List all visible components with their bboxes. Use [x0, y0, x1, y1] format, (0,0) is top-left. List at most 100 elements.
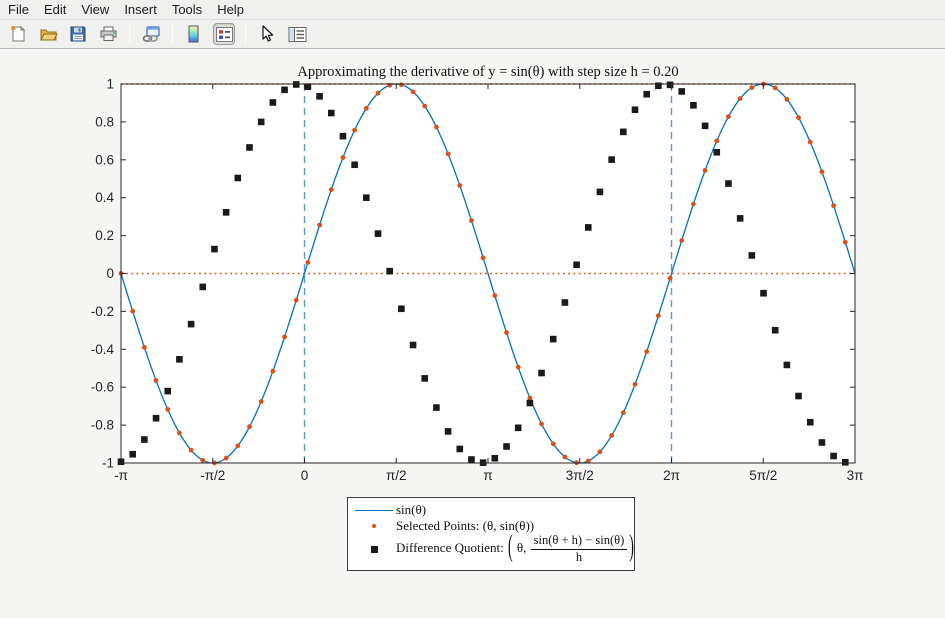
selected-point-marker — [177, 431, 182, 436]
difference-quotient-marker — [749, 252, 756, 259]
difference-quotient-marker — [316, 93, 323, 100]
open-paren: ( — [508, 532, 513, 567]
x-tick-label: 3π — [847, 468, 864, 483]
difference-quotient-marker — [363, 194, 370, 201]
selected-point-marker — [796, 115, 801, 120]
toolbar-separator — [129, 24, 130, 44]
difference-quotient-marker — [819, 439, 826, 446]
difference-quotient-marker — [129, 451, 136, 458]
selected-point-marker — [504, 330, 509, 335]
difference-quotient-marker — [386, 268, 393, 275]
save-floppy-icon — [69, 25, 87, 43]
difference-quotient-marker — [760, 290, 767, 297]
y-tick-label: 0.4 — [95, 190, 114, 205]
difference-quotient-marker — [702, 123, 709, 130]
print-figure-button[interactable] — [97, 23, 119, 45]
difference-quotient-marker — [433, 404, 440, 411]
toolbar-separator — [245, 24, 246, 44]
link-icon — [141, 25, 161, 44]
selected-point-marker — [633, 382, 638, 387]
selected-point-marker — [352, 128, 357, 133]
figure-canvas: -π-π/20π/2π3π/22π5π/23π-1-0.8-0.6-0.4-0.… — [0, 49, 945, 618]
difference-quotient-marker — [632, 106, 639, 113]
selected-point-marker — [189, 448, 194, 453]
difference-quotient-marker — [468, 456, 475, 463]
selected-point-marker — [364, 106, 369, 111]
open-plot-browser-button[interactable] — [286, 23, 308, 45]
selected-point-marker — [247, 424, 252, 429]
save-figure-button[interactable] — [67, 23, 89, 45]
menu-file[interactable]: File — [8, 2, 29, 17]
difference-quotient-marker — [503, 443, 510, 450]
x-tick-label: 5π/2 — [749, 468, 777, 483]
difference-quotient-marker — [164, 388, 171, 395]
selected-point-marker — [516, 365, 521, 370]
y-tick-label: -1 — [102, 456, 114, 471]
selected-point-marker — [294, 298, 299, 303]
legend-square-sample — [352, 546, 396, 553]
menu-insert[interactable]: Insert — [124, 2, 157, 17]
difference-quotient-marker — [223, 209, 230, 216]
x-tick-label: π/2 — [386, 468, 407, 483]
menubar: File Edit View Insert Tools Help — [0, 0, 945, 20]
selected-point-marker — [679, 238, 684, 243]
insert-colorbar-button[interactable] — [183, 23, 205, 45]
difference-quotient-marker — [620, 129, 627, 136]
edit-plot-button[interactable] — [256, 23, 278, 45]
difference-quotient-marker — [725, 180, 732, 187]
legend-label: Difference Quotient: ( θ, sin(θ + h) − s… — [396, 534, 635, 565]
difference-quotient-marker — [340, 133, 347, 140]
difference-quotient-marker — [655, 82, 662, 89]
difference-quotient-marker — [375, 230, 382, 237]
selected-point-marker — [306, 260, 311, 265]
difference-quotient-marker — [573, 262, 580, 269]
difference-quotient-marker — [842, 459, 849, 466]
menu-help[interactable]: Help — [217, 2, 244, 17]
menu-view[interactable]: View — [81, 2, 109, 17]
x-tick-label: 3π/2 — [566, 468, 594, 483]
selected-point-marker — [784, 97, 789, 102]
selected-point-marker — [563, 455, 568, 460]
y-tick-label: -0.8 — [91, 418, 114, 433]
difference-quotient-marker — [667, 82, 674, 89]
link-plot-button[interactable] — [140, 23, 162, 45]
selected-point-marker — [317, 223, 322, 228]
difference-quotient-marker — [807, 419, 814, 426]
difference-quotient-marker — [176, 356, 183, 363]
y-tick-label: 0.8 — [95, 114, 114, 129]
difference-quotient-marker — [527, 400, 534, 407]
selected-point-marker — [376, 91, 381, 96]
colorbar-icon — [187, 25, 201, 44]
difference-quotient-marker — [351, 161, 358, 168]
new-figure-button[interactable] — [7, 23, 29, 45]
difference-quotient-marker — [398, 305, 405, 312]
y-tick-label: 0.6 — [95, 152, 114, 167]
selected-point-marker — [831, 203, 836, 208]
selected-point-marker — [130, 309, 135, 314]
difference-quotient-marker — [445, 428, 452, 435]
x-tick-label: -π — [114, 468, 128, 483]
x-tick-label: 2π — [663, 468, 680, 483]
difference-quotient-marker — [562, 299, 569, 306]
selected-point-marker — [165, 407, 170, 412]
selected-point-marker — [200, 458, 205, 463]
figure-window: File Edit View Insert Tools Help — [0, 0, 945, 618]
selected-point-marker — [259, 399, 264, 404]
toolbar-separator — [172, 24, 173, 44]
selected-point-marker — [738, 96, 743, 101]
insert-legend-button[interactable] — [213, 23, 235, 45]
y-tick-label: 1 — [106, 77, 114, 92]
new-document-icon — [9, 25, 27, 43]
selected-point-marker — [644, 349, 649, 354]
selected-point-marker — [481, 255, 486, 260]
selected-point-marker — [270, 369, 275, 374]
open-file-button[interactable] — [37, 23, 59, 45]
menu-tools[interactable]: Tools — [172, 2, 202, 17]
printer-icon — [99, 25, 118, 43]
selected-point-marker — [492, 293, 497, 298]
difference-quotient-marker — [456, 446, 463, 453]
plot-browser-icon — [288, 26, 307, 43]
legend-box[interactable]: sin(θ) Selected Points: (θ, sin(θ)) Diff… — [347, 497, 635, 571]
selected-point-marker — [457, 183, 462, 188]
menu-edit[interactable]: Edit — [44, 2, 66, 17]
